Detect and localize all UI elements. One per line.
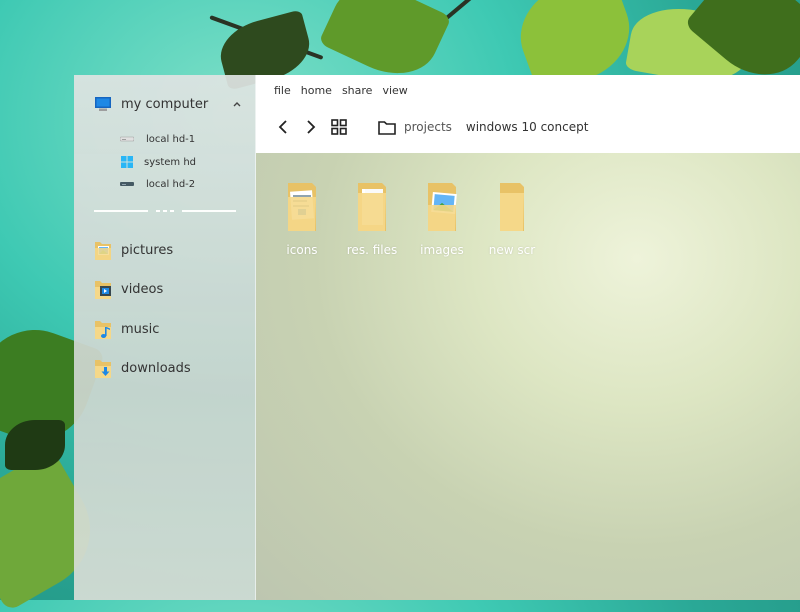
sidebar-item-label: music [121, 321, 160, 337]
leaf [5, 420, 65, 470]
file-name: icons [286, 243, 318, 257]
sidebar-item-label: pictures [121, 242, 174, 258]
folder-icon [358, 183, 386, 231]
sidebar-item-videos[interactable]: videos [94, 277, 163, 301]
drive-label: system hd [144, 156, 197, 168]
back-button[interactable] [272, 116, 294, 138]
divider-line [182, 210, 236, 212]
videos-folder-icon [95, 281, 111, 299]
drive-icon [120, 136, 134, 142]
breadcrumb-projects[interactable]: projects [404, 120, 452, 134]
drive-label: local hd-2 [146, 178, 196, 190]
divider-line [94, 210, 148, 212]
chevron-left-icon [278, 120, 287, 134]
navigation-toolbar: projects windows 10 concept [272, 115, 602, 139]
sidebar-item-music[interactable]: music [94, 317, 159, 341]
documents-folder-icon [288, 183, 316, 231]
my-computer-label: my computer [121, 96, 209, 112]
view-mode-button[interactable] [328, 116, 350, 138]
pictures-folder-icon [95, 242, 111, 260]
drive-icon [120, 182, 134, 186]
navigation-pane: my computer local hd-1 system hd local h… [74, 75, 256, 600]
file-name: res. files [346, 243, 398, 257]
pictures-folder-icon [428, 183, 457, 231]
file-item-new-scr[interactable]: new scr [480, 179, 544, 257]
sidebar-drive-local-hd-1[interactable]: local hd-1 [120, 130, 195, 148]
chevron-right-icon [307, 120, 316, 134]
menu-home[interactable]: home [301, 84, 332, 97]
content-pane: file home share view projects windows 10… [256, 75, 800, 600]
folder-outline-icon [378, 120, 396, 135]
sidebar-item-label: downloads [121, 360, 191, 376]
forward-button[interactable] [300, 116, 322, 138]
menu-view[interactable]: view [382, 84, 407, 97]
chevron-up-icon[interactable] [232, 100, 242, 108]
file-explorer-window: my computer local hd-1 system hd local h… [74, 75, 800, 600]
sidebar-item-label: videos [121, 281, 164, 297]
downloads-folder-icon [95, 360, 111, 378]
divider-dots [156, 210, 174, 212]
file-name: new scr [488, 243, 536, 257]
ribbon-toolbar: file home share view projects windows 10… [256, 75, 800, 153]
menu-share[interactable]: share [342, 84, 373, 97]
breadcrumb-current[interactable]: windows 10 concept [466, 120, 589, 134]
music-folder-icon [95, 321, 111, 339]
sidebar-drive-local-hd-2[interactable]: local hd-2 [120, 175, 195, 193]
monitor-icon [95, 97, 111, 111]
file-item-icons[interactable]: icons [270, 179, 334, 257]
file-item-images[interactable]: images [410, 179, 474, 257]
folder-icon [500, 183, 524, 231]
windows-logo-icon [121, 156, 133, 168]
sidebar-item-pictures[interactable]: pictures [94, 238, 173, 262]
file-item-res-files[interactable]: res. files [340, 179, 404, 257]
drive-label: local hd-1 [146, 133, 196, 145]
menu-file[interactable]: file [274, 84, 291, 97]
file-name: images [420, 243, 464, 257]
menu-bar: file home share view [274, 84, 418, 97]
sidebar-item-my-computer[interactable]: my computer [94, 93, 242, 115]
grid-icon [331, 119, 347, 135]
sidebar-drive-system-hd[interactable]: system hd [120, 153, 196, 171]
sidebar-item-downloads[interactable]: downloads [94, 356, 191, 380]
